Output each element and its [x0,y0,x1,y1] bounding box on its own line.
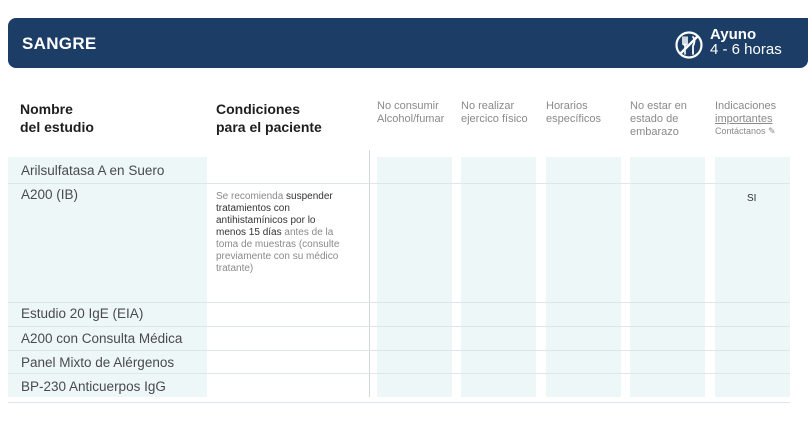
header-indications: Indicaciones importantes [715,100,776,126]
contact-link[interactable]: Contáctanos ✎ [715,126,776,137]
header-schedules: Horarios específicos [546,100,601,126]
header-schedules-line2: específicos [546,113,602,125]
header-no-exercise-line1: No realizar [461,100,515,112]
schedules-column-bg [546,157,621,397]
header-no-exercise-line2: ejercico físico [461,113,528,125]
header-conditions: Condiciones para el paciente [216,100,322,136]
no-food-icon [675,31,703,59]
study-name: Arilsulfatasa A en Suero [21,163,165,178]
header-no-pregnancy-line2: estado de [630,113,679,125]
study-name: Panel Mixto de Alérgenos [21,355,175,370]
header-conditions-line1: Condiciones [216,101,301,117]
header-no-exercise: No realizar ejercico físico [461,100,528,126]
row-divider [8,350,790,351]
header-no-alcohol: No consumir Alcohol/fumar [377,100,444,126]
condition-text-part1: Se recomienda [216,191,287,202]
header-schedules-line1: Horarios [546,100,588,112]
no-alcohol-column-bg [377,157,452,397]
table-bottom-line [8,402,790,403]
study-name: Estudio 20 IgE (EIA) [21,306,144,321]
fasting-hours: 4 - 6 horas [710,41,782,58]
header-study-line2: del estudio [20,119,94,135]
section-title: SANGRE [22,34,97,53]
header-study-line1: Nombre [20,101,73,117]
row-divider [8,302,790,303]
indications-value: SI [747,193,757,204]
header-conditions-line2: para el paciente [216,119,322,135]
header-study: Nombre del estudio [20,100,94,136]
header-no-alcohol-line2: Alcohol/fumar [377,113,445,125]
header-no-alcohol-line1: No consumir [377,100,439,112]
header-no-pregnancy-line1: No estar en [630,100,687,112]
study-name: A200 con Consulta Médica [21,331,183,346]
study-name: BP-230 Anticuerpos IgG [21,379,166,394]
row-divider [8,326,790,327]
patient-condition-text: Se recomienda suspender tratamientos con… [216,191,348,275]
row-divider [8,183,790,184]
header-no-pregnancy-line3: embarazo [630,126,679,138]
column-divider [369,150,370,397]
header-indications-line1: Indicaciones [715,100,777,112]
header-indications-line2[interactable]: importantes [715,113,776,126]
row-divider [8,373,790,374]
no-exercise-column-bg [461,157,536,397]
fasting-title: Ayuno [710,26,757,43]
no-pregnancy-column-bg [630,157,705,397]
header-no-pregnancy: No estar en estado de embarazo [630,100,687,139]
study-name: A200 (IB) [21,187,79,202]
section-banner: SANGRE Ayuno 4 - 6 horas [8,18,808,68]
